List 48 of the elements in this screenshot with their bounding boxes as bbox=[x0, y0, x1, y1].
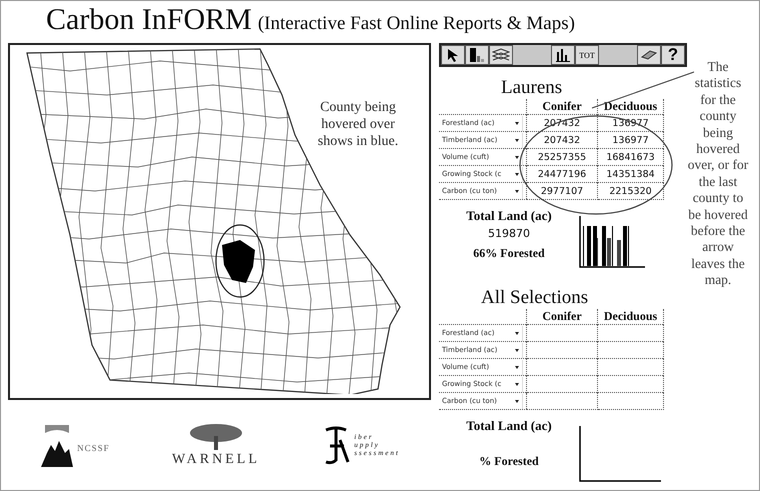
tool-button[interactable] bbox=[489, 45, 513, 65]
caret-icon bbox=[515, 382, 519, 386]
table-cell: 25257355 bbox=[538, 152, 586, 162]
total-value: 519870 bbox=[488, 227, 530, 240]
shaded-bar-icon bbox=[469, 47, 485, 63]
caret-icon bbox=[515, 172, 519, 176]
toolbar-button[interactable]: ? bbox=[661, 45, 685, 65]
caret-icon bbox=[515, 400, 519, 402]
layers-icon bbox=[492, 48, 510, 62]
caret-icon bbox=[515, 138, 519, 142]
tool-button[interactable] bbox=[551, 45, 575, 65]
toolbar-button[interactable]: TOT bbox=[575, 45, 599, 65]
table-cell: 14351384 bbox=[606, 168, 655, 180]
total-label: Total Land (ac) bbox=[466, 208, 552, 224]
table-cell: 2977107 bbox=[540, 186, 584, 196]
caret-icon bbox=[515, 190, 519, 192]
tool-button[interactable] bbox=[637, 45, 661, 65]
table-cell: 24477196 bbox=[538, 168, 586, 180]
table-cell: 16841673 bbox=[606, 152, 655, 162]
forested-text: 66% Forested bbox=[473, 246, 545, 261]
table-cell: 2215320 bbox=[609, 186, 652, 196]
annotation-text: The statistics for the county being hovered over, or for the last county to be hovered before the arrow leaves the map. bbox=[687, 58, 749, 290]
caret-icon bbox=[515, 122, 519, 124]
tool-button[interactable] bbox=[465, 45, 489, 65]
column-header: Deciduous bbox=[598, 99, 664, 114]
forested-text: % Forested bbox=[479, 454, 539, 469]
section-heading: Laurens bbox=[501, 77, 562, 99]
app-title: Carbon InFORM bbox=[46, 3, 252, 37]
app-subtitle: (Interactive Fast Online Reports & Maps) bbox=[258, 13, 575, 35]
bar-chart-icon bbox=[556, 48, 570, 62]
logo-text: NCSSF bbox=[77, 443, 110, 453]
caret-icon bbox=[515, 332, 519, 334]
section-heading: All Selections bbox=[481, 287, 588, 309]
caret-icon bbox=[515, 348, 519, 352]
table-cell: 136977 bbox=[612, 134, 649, 146]
column-header: Conifer bbox=[526, 99, 598, 114]
caret-icon bbox=[515, 366, 519, 368]
tree-icon bbox=[188, 422, 244, 452]
tool-button[interactable] bbox=[441, 45, 465, 65]
eraser-icon bbox=[641, 50, 657, 60]
tree-logo-icon bbox=[39, 423, 76, 467]
pointer-icon bbox=[447, 48, 459, 62]
column-header: Deciduous bbox=[598, 309, 664, 324]
total-label: Total Land (ac) bbox=[466, 418, 552, 434]
table-cell: 207432 bbox=[544, 134, 580, 146]
logo-text: WARNELL bbox=[172, 452, 260, 468]
caret-icon bbox=[515, 156, 519, 158]
column-header: Conifer bbox=[526, 309, 598, 324]
